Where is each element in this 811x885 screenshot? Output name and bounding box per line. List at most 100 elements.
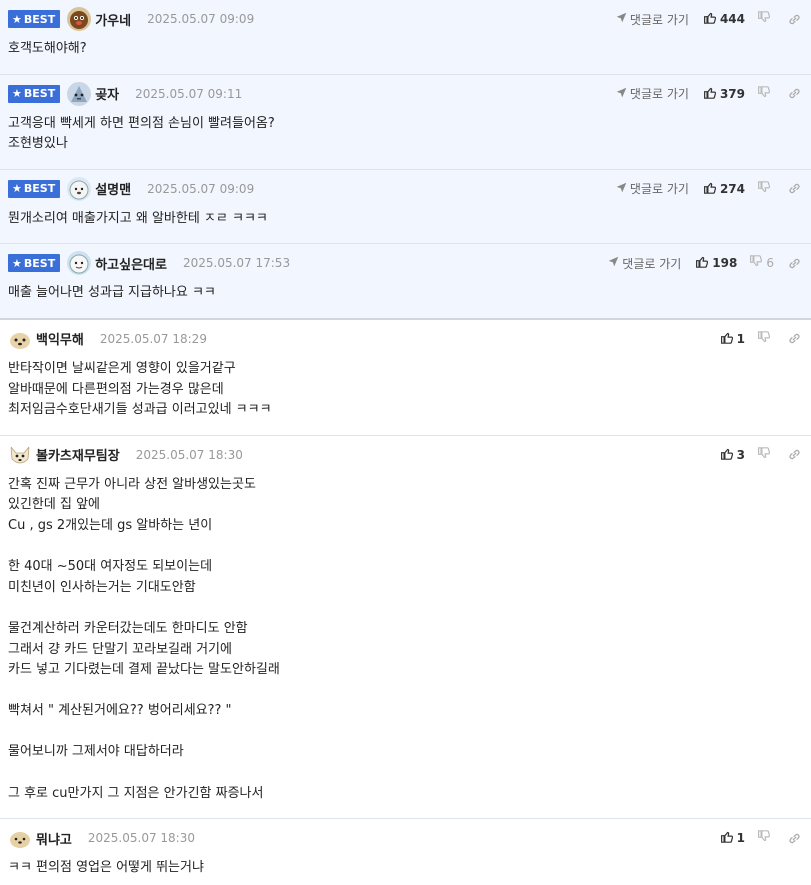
avatar[interactable] [67, 176, 92, 201]
avatar[interactable] [8, 442, 32, 467]
thumbs-up-icon [720, 447, 733, 463]
comment-actions: 1 [720, 328, 801, 350]
avatar[interactable] [67, 81, 92, 106]
comment-actions: 댓글로 가기 379 [616, 83, 801, 105]
comment-body: 매출 늘어나면 성과급 지급하나요 ㅋㅋ [8, 274, 803, 318]
comment-text-line: 뭔개소리여 매출가지고 왜 알바한테 ㅈㄹ ㅋㅋㅋ [8, 210, 268, 226]
dislike-button[interactable] [757, 180, 774, 197]
comment-item: 뭐냐고 2025.05.07 18:30 1 ㅋㅋ 편의점 영업은 어떻게 뛰는거냐 [0, 819, 811, 885]
best-badge-label: BEST [23, 256, 56, 270]
like-button[interactable]: 3 [720, 447, 745, 463]
thumbs-up-icon [703, 181, 717, 197]
like-count: 3 [736, 447, 745, 462]
comment-actions: 댓글로 가기 444 [616, 8, 801, 30]
dislike-button[interactable] [757, 85, 774, 102]
comment-text-line [8, 722, 803, 743]
thumbs-down-icon [757, 11, 771, 27]
go-to-comment-link[interactable]: 댓글로 가기 [616, 11, 689, 28]
dislike-button[interactable] [757, 331, 774, 347]
like-button[interactable]: 274 [703, 181, 745, 197]
best-badge-label: BEST [23, 12, 56, 26]
thumbs-up-icon [695, 255, 709, 271]
author-nickname[interactable]: 곶자 [95, 84, 119, 103]
author-nickname[interactable]: 볼카츠재무팀장 [36, 445, 120, 464]
comment-item: ★ BEST 가우네 2025.05.07 09:09 댓글로 가기 444 호객도해야해? [0, 0, 811, 75]
comment-text-line: 그래서 걍 카드 단말기 꼬라보길래 거기에 [8, 641, 232, 657]
send-arrow-icon [616, 182, 627, 196]
comment-body: 고객응대 빡세게 하면 편의점 손님이 빨려들어옴? 조현병있나 [8, 105, 803, 169]
comment-date: 2025.05.07 09:09 [147, 12, 255, 26]
dislike-button[interactable] [757, 830, 774, 846]
author-nickname[interactable]: 뭐냐고 [36, 829, 72, 848]
best-badge-label: BEST [23, 182, 56, 196]
star-icon: ★ [12, 182, 22, 196]
go-to-comment-link[interactable]: 댓글로 가기 [616, 85, 689, 102]
comment-date: 2025.05.07 18:30 [87, 831, 195, 846]
like-count: 1 [736, 331, 745, 346]
best-badge-label: BEST [23, 87, 56, 101]
best-badge: ★ BEST [8, 254, 61, 273]
comment-actions: 1 [720, 827, 801, 849]
link-icon[interactable] [788, 13, 801, 26]
comment-text-line: 조현병있나 [8, 136, 68, 152]
like-button[interactable]: 444 [703, 11, 745, 27]
go-to-comment-label: 댓글로 가기 [629, 182, 689, 197]
link-icon[interactable] [788, 332, 801, 345]
comment-text-line: 미친년이 인사하는거는 기대도안함 [8, 579, 196, 595]
comment-text-line: 고객응대 빡세게 하면 편의점 손님이 빨려들어옴? [8, 115, 275, 131]
link-icon[interactable] [788, 832, 801, 845]
comment-item: ★ BEST 곶자 2025.05.07 09:11 댓글로 가기 379 고객응대 빡세게… [0, 74, 811, 170]
link-icon[interactable] [788, 87, 801, 100]
comment-text-line: 카드 넣고 기다렸는데 결제 끝났다는 말도안하길래 [8, 662, 280, 678]
avatar[interactable] [8, 826, 32, 851]
dislike-button[interactable]: 6 [749, 255, 774, 271]
go-to-comment-link[interactable]: 댓글로 가기 [608, 255, 681, 272]
comment-actions: 댓글로 가기 198 6 [608, 252, 801, 274]
thumbs-up-icon [720, 331, 733, 347]
comment-text-line: 빡쳐서 " 계산된거에요?? 벙어리세요?? " [8, 703, 232, 719]
send-arrow-icon [616, 87, 627, 101]
avatar[interactable] [67, 7, 92, 31]
dislike-button[interactable] [757, 11, 774, 27]
comment-item: 백익무해 2025.05.07 18:29 1 반타작이면 날씨같은게 영향이 있을거… [0, 320, 811, 436]
comment-item: ★ BEST 설명맨 2025.05.07 09:09 댓글로 가기 274 뭔개소리여 매… [0, 169, 811, 245]
avatar[interactable] [8, 326, 32, 351]
avatar[interactable] [67, 251, 92, 276]
comment-text-line: 호객도해야해? [8, 41, 87, 56]
thumbs-down-icon [757, 830, 771, 846]
comment-header: ★ BEST 가우네 2025.05.07 09:09 댓글로 가기 444 [8, 7, 803, 31]
best-badge: ★ BEST [8, 84, 61, 103]
best-badge: ★ BEST [8, 179, 61, 198]
go-to-comment-link[interactable]: 댓글로 가기 [616, 180, 689, 197]
thumbs-up-icon [720, 830, 733, 846]
comment-date: 2025.05.07 18:29 [99, 331, 207, 346]
comment-header: 볼카츠재무팀장 2025.05.07 18:30 3 [8, 442, 803, 467]
like-button[interactable]: 379 [703, 86, 745, 102]
like-button[interactable]: 1 [720, 331, 745, 347]
dislike-count: 6 [766, 256, 774, 271]
comment-text-line: Cu , gs 2개있는데 gs 알바하는 년이 [8, 517, 213, 533]
comment-text-line: 알바때문에 다른편의점 가는경우 많은데 [8, 381, 224, 397]
author-nickname[interactable]: 백익무해 [36, 329, 84, 348]
author-nickname[interactable]: 설명맨 [95, 179, 131, 198]
comment-text-line [8, 598, 803, 619]
comment-date: 2025.05.07 17:53 [182, 256, 291, 271]
like-button[interactable]: 198 [695, 255, 737, 271]
like-count: 1 [736, 831, 745, 846]
author-nickname[interactable]: 하고싶은대로 [95, 254, 167, 273]
like-count: 198 [712, 256, 738, 271]
link-icon[interactable] [788, 448, 801, 461]
comment-actions: 3 [720, 444, 801, 466]
dislike-button[interactable] [757, 446, 774, 463]
link-icon[interactable] [788, 182, 801, 195]
author-nickname[interactable]: 가우네 [95, 10, 131, 29]
comment-header: ★ BEST 곶자 2025.05.07 09:11 댓글로 가기 379 [8, 81, 803, 106]
comment-body: 반타작이면 날씨같은게 영향이 있을거같구 알바때문에 다른편의점 가는경우 많은… [8, 350, 803, 435]
like-button[interactable]: 1 [720, 830, 745, 846]
comment-header: ★ BEST 설명맨 2025.05.07 09:09 댓글로 가기 274 [8, 176, 803, 201]
comment-body: 호객도해야해? [8, 30, 803, 74]
comment-actions: 댓글로 가기 274 [616, 178, 801, 200]
comment-date: 2025.05.07 18:30 [135, 447, 243, 462]
link-icon[interactable] [788, 257, 801, 270]
comment-text-line: 최저임금수호단새기들 성과급 이러고있네 ㅋㅋㅋ [8, 402, 272, 418]
